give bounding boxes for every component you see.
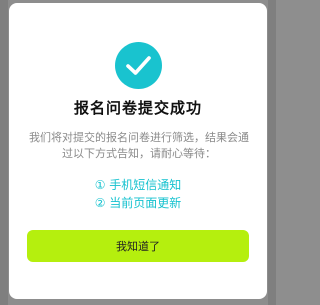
success-dialog: 报名问卷提交成功 我们将对提交的报名问卷进行筛选，结果会通过以下方式告知，请耐心…: [9, 3, 267, 299]
dialog-title: 报名问卷提交成功: [73, 99, 202, 117]
notification-methods: ① 手机短信通知 ② 当前页面更新: [9, 176, 267, 212]
check-circle-icon: [115, 42, 162, 89]
dialog-description: 我们将对提交的报名问卷进行筛选，结果会通过以下方式告知，请耐心等待：: [29, 131, 249, 160]
method-page-update: ② 当前页面更新: [94, 196, 182, 210]
confirm-button[interactable]: 我知道了: [27, 230, 249, 262]
checkmark-icon: [126, 56, 151, 75]
background-page-right-edge: [268, 0, 276, 305]
method-sms: ① 手机短信通知: [94, 178, 182, 192]
background-page-left-edge: [0, 0, 8, 305]
